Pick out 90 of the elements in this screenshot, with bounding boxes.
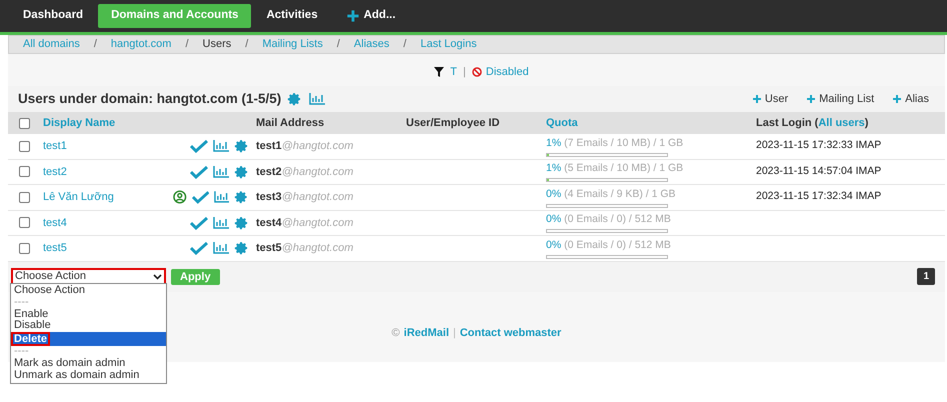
column-header-paren: )	[864, 116, 868, 131]
select-all-checkbox[interactable]	[19, 118, 30, 128]
breadcrumb-separator: /	[94, 37, 97, 52]
breadcrumb-separator: /	[403, 37, 406, 52]
contact-link[interactable]: Contact webmaster	[460, 325, 562, 342]
row-checkbox[interactable]	[19, 166, 30, 178]
add-menu[interactable]: Add...	[332, 4, 409, 28]
plus-icon	[806, 94, 816, 104]
breadcrumb-separator: /	[245, 37, 248, 52]
breadcrumb-link[interactable]: Mailing Lists	[262, 36, 323, 53]
dropdown-option[interactable]: Choose Action	[11, 285, 166, 297]
breadcrumb-link[interactable]: All domains	[23, 36, 80, 53]
filter-link[interactable]: T	[450, 64, 458, 80]
dropdown-option[interactable]: Disable	[11, 320, 166, 332]
checkmark-icon[interactable]	[192, 190, 209, 204]
plus-icon	[752, 94, 762, 104]
settings-icon[interactable]	[234, 164, 248, 179]
last-login: 2023-11-15 17:32:34 IMAP	[756, 189, 882, 204]
quota-text: 1% (7 Emails / 10 MB) / 1 GB	[546, 136, 684, 151]
quota-text: 0% (4 Emails / 9 KB) / 1 GB	[546, 186, 677, 202]
add-link[interactable]: User	[752, 90, 788, 108]
footer-separator: |	[453, 326, 456, 342]
column-header: User/Employee ID	[406, 116, 500, 129]
settings-icon[interactable]	[234, 139, 248, 154]
settings-icon[interactable]	[234, 241, 248, 256]
quota-text: 1% (5 Emails / 10 MB) / 1 GB	[546, 161, 684, 176]
display-name-link[interactable]: test4	[43, 216, 67, 228]
dropdown-option[interactable]: Mark as domain admin	[11, 358, 166, 370]
filter-icon	[434, 67, 444, 77]
option-separator: ----	[13, 346, 30, 358]
page-button[interactable]: 1	[917, 268, 935, 285]
nav-tab[interactable]: Dashboard	[10, 4, 96, 28]
bar-chart-icon[interactable]	[309, 93, 326, 105]
column-header[interactable]: Display Name	[43, 116, 116, 129]
column-header: Mail Address	[256, 116, 324, 129]
quota-text: 0% (0 Emails / 0) / 512 MB	[546, 212, 672, 228]
nav-tab[interactable]: Activities	[253, 4, 331, 28]
row-checkbox[interactable]	[19, 242, 30, 254]
breadcrumb-link[interactable]: Last Logins	[420, 36, 477, 53]
bar-chart-icon[interactable]	[213, 242, 229, 254]
settings-icon[interactable]	[287, 92, 302, 106]
copyright-sign: ©	[392, 326, 400, 342]
bar-chart-icon[interactable]	[213, 166, 229, 178]
plus-icon	[346, 9, 360, 23]
last-login: 2023-11-15 14:57:04 IMAP	[756, 164, 882, 179]
panel-title: Users under domain: hangtot.com (1-5/5)	[18, 90, 282, 108]
brand-link[interactable]: iRedMail	[404, 325, 449, 342]
last-login: 2023-11-15 17:32:33 IMAP	[756, 138, 882, 154]
nav-tab[interactable]: Domains and Accounts	[98, 4, 252, 28]
breadcrumb-separator: /	[336, 37, 340, 52]
checkmark-icon[interactable]	[190, 139, 208, 154]
dropdown-option[interactable]: Enable	[11, 308, 166, 320]
row-checkbox[interactable]	[19, 217, 30, 228]
checkmark-icon[interactable]	[190, 164, 208, 179]
breadcrumb-link[interactable]: Aliases	[354, 36, 390, 53]
add-link[interactable]: Alias	[892, 90, 929, 108]
dropdown-option[interactable]: Unmark as domain admin	[11, 370, 166, 382]
mail-address: test5@hangtot.com	[256, 242, 354, 254]
checkmark-icon[interactable]	[190, 241, 208, 256]
column-header[interactable]: Quota	[546, 116, 578, 129]
plus-icon	[892, 94, 902, 104]
display-name-link[interactable]: test5	[43, 242, 67, 254]
row-checkbox[interactable]	[19, 192, 30, 203]
bar-chart-icon[interactable]	[214, 191, 230, 204]
display-name-link[interactable]: test2	[43, 166, 67, 178]
row-checkbox[interactable]	[19, 140, 30, 152]
display-name-link[interactable]: test1	[43, 140, 67, 152]
settings-icon[interactable]	[234, 216, 248, 230]
display-name-link[interactable]: Lê Văn Lưỡng	[43, 191, 114, 203]
checkmark-icon[interactable]	[190, 216, 208, 230]
settings-icon[interactable]	[234, 190, 248, 204]
option-separator: ----	[13, 296, 30, 309]
breadcrumb-link[interactable]: hangtot.com	[110, 36, 172, 53]
column-header: Last Login (	[756, 116, 818, 131]
mail-address: test1@hangtot.com	[256, 140, 354, 152]
add-link[interactable]: Mailing List	[806, 90, 874, 108]
breadcrumb-separator: /	[185, 37, 189, 52]
all-users-link[interactable]: All users	[818, 114, 865, 132]
disabled-icon	[472, 67, 482, 77]
chevron-down-icon	[153, 274, 162, 280]
bar-chart-icon[interactable]	[213, 216, 229, 229]
mail-address: test2@hangtot.com	[256, 166, 354, 178]
apply-button[interactable]: Apply	[171, 268, 220, 284]
mail-address: test4@hangtot.com	[256, 216, 354, 228]
bar-chart-icon[interactable]	[213, 140, 229, 152]
filter-separator: |	[463, 64, 466, 80]
breadcrumb-link[interactable]: Users	[202, 36, 232, 53]
dropdown-option[interactable]: Delete	[11, 332, 166, 346]
mail-address: test3@hangtot.com	[256, 191, 354, 203]
quota-text: 0% (0 Emails / 0) / 512 MB	[546, 238, 672, 253]
